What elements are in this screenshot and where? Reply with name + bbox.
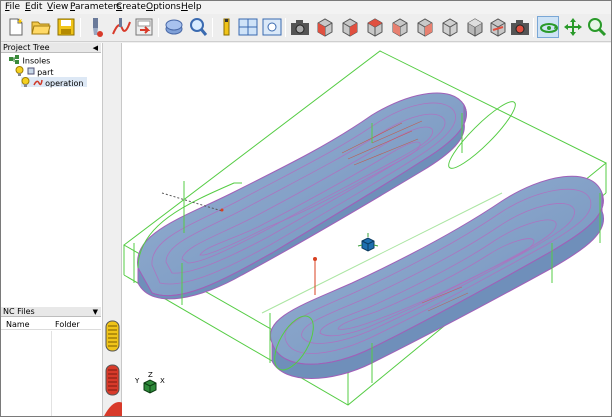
save-icon[interactable] <box>55 16 77 38</box>
stock-icon[interactable] <box>163 16 185 38</box>
left-panel: Project Tree ◀ Insoles part operation NC… <box>1 43 102 416</box>
view-cube-left-icon[interactable] <box>364 16 386 38</box>
project-tree-header: Project Tree ◀ <box>1 43 101 53</box>
find-icon[interactable] <box>187 16 209 38</box>
tree-item-part[interactable]: part <box>15 66 54 77</box>
3d-viewport[interactable]: Z Y X <box>122 43 611 416</box>
operation-icon <box>32 78 43 89</box>
tree-item-operation[interactable]: operation <box>21 77 87 90</box>
axis-label-x: X <box>160 377 165 385</box>
pan-icon[interactable] <box>562 16 584 38</box>
tree-item-insoles[interactable]: Insoles <box>9 55 51 66</box>
camera-icon[interactable] <box>289 16 311 38</box>
project-tree-title: Project Tree <box>3 43 50 52</box>
toolbar <box>1 14 611 42</box>
snapshot-icon[interactable] <box>509 16 531 38</box>
view-cube-iso-icon[interactable] <box>464 16 486 38</box>
nc-files-header: NC Files ▼ <box>1 307 101 317</box>
column-name[interactable]: Name <box>6 320 30 329</box>
menu-parameters[interactable]: Parameters <box>70 2 122 12</box>
layout-icon[interactable] <box>237 16 259 38</box>
feed-rate-gauge[interactable] <box>105 320 120 352</box>
menu-options[interactable]: Options <box>146 2 181 12</box>
table-divider <box>51 331 52 416</box>
menu-bar: File Edit View Parameters Create Options… <box>1 1 611 14</box>
window-icon[interactable] <box>261 16 283 38</box>
open-folder-icon[interactable] <box>30 16 52 38</box>
view-cube-icon[interactable] <box>314 16 336 38</box>
tree-item-label: part <box>37 68 54 77</box>
view-cube-right-icon[interactable] <box>414 16 436 38</box>
export-icon[interactable] <box>133 16 155 38</box>
axis-label-y: Y <box>134 377 140 385</box>
column-folder[interactable]: Folder <box>55 320 80 329</box>
stop-gauge[interactable] <box>103 402 123 417</box>
info-icon[interactable] <box>216 16 238 38</box>
tree-item-label: operation <box>45 79 84 88</box>
view-cube-top-icon[interactable] <box>389 16 411 38</box>
menu-create[interactable]: Create <box>116 2 146 12</box>
menu-view[interactable]: View <box>47 2 68 12</box>
menu-edit[interactable]: Edit <box>25 2 42 12</box>
nc-files-title: NC Files <box>3 307 35 316</box>
new-file-icon[interactable] <box>5 16 27 38</box>
lightbulb-icon <box>21 77 30 90</box>
panel-splitter[interactable] <box>102 43 123 417</box>
tool-position-cube[interactable] <box>357 233 379 252</box>
tree-item-label: Insoles <box>22 56 51 66</box>
axis-label-z: Z <box>148 371 153 379</box>
spindle-speed-gauge[interactable] <box>105 364 120 396</box>
menu-help[interactable]: Help <box>181 2 202 12</box>
nc-files-table-header: Name Folder <box>1 319 101 330</box>
collapse-arrow-icon[interactable]: ◀ <box>93 43 98 53</box>
view-cube-front-icon[interactable] <box>339 16 361 38</box>
axis-triad: Z Y X <box>134 371 165 394</box>
view-cube-back-icon[interactable] <box>439 16 461 38</box>
zoom-icon[interactable] <box>586 16 608 38</box>
view-cube-bottom-icon[interactable] <box>487 16 509 38</box>
application-window: File Edit View Parameters Create Options… <box>0 0 612 417</box>
toolpath-icon[interactable] <box>110 16 132 38</box>
tool-icon[interactable] <box>85 16 107 38</box>
rotate-icon[interactable] <box>537 16 559 38</box>
collapse-arrow-icon[interactable]: ▼ <box>93 307 98 317</box>
toolpath-marker <box>313 257 317 295</box>
menu-file[interactable]: File <box>5 2 20 12</box>
